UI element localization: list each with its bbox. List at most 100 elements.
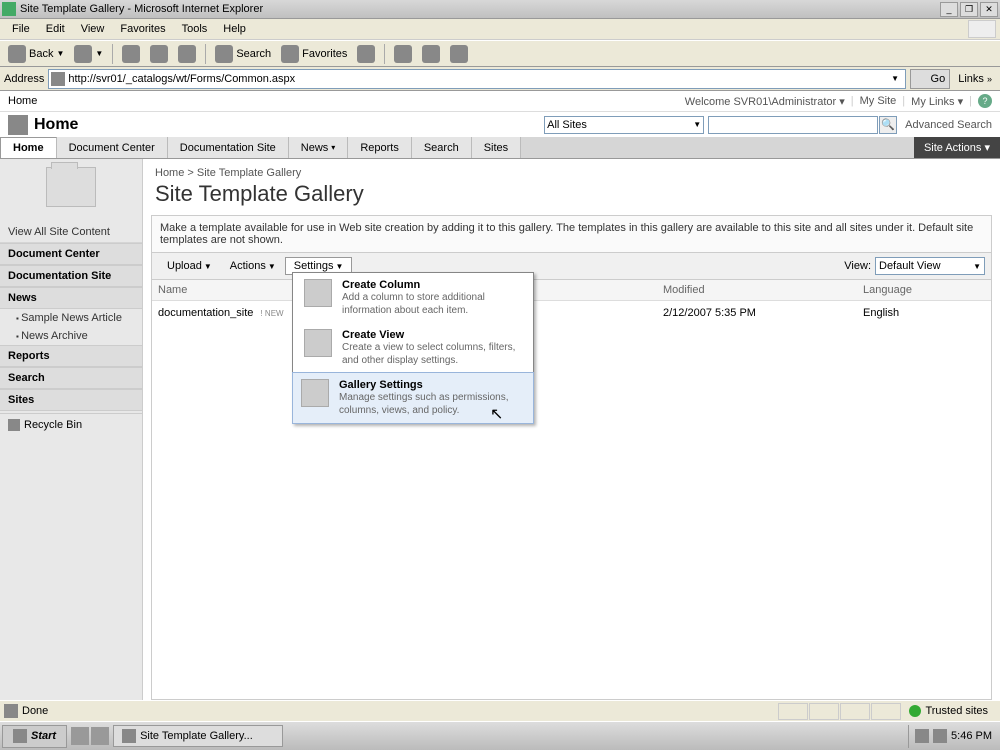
quick-launch bbox=[71, 727, 109, 745]
menu-help[interactable]: Help bbox=[215, 21, 254, 37]
start-button[interactable]: Start bbox=[2, 725, 67, 748]
mail-button[interactable] bbox=[390, 43, 416, 65]
col-header-modified[interactable]: Modified bbox=[657, 280, 857, 300]
tab-documentation-site[interactable]: Documentation Site bbox=[168, 137, 289, 158]
tab-sites[interactable]: Sites bbox=[472, 137, 521, 158]
history-button[interactable] bbox=[353, 43, 379, 65]
ie-status-bar: Done Trusted sites bbox=[0, 700, 1000, 721]
main-content: Home > Site Template Gallery Site Templa… bbox=[143, 159, 1000, 738]
top-nav-tabs: Home Document Center Documentation Site … bbox=[0, 137, 1000, 159]
menu-file[interactable]: File bbox=[4, 21, 38, 37]
content-area: View All Site Content Document Center Do… bbox=[0, 159, 1000, 738]
security-zone[interactable]: Trusted sites bbox=[901, 705, 996, 717]
tab-document-center[interactable]: Document Center bbox=[57, 137, 168, 158]
tab-home[interactable]: Home bbox=[0, 137, 57, 158]
nav-reports[interactable]: Reports bbox=[0, 345, 142, 367]
my-links-link[interactable]: My Links ▾ bbox=[911, 95, 963, 108]
quick-launch-icon[interactable] bbox=[71, 727, 89, 745]
recycle-bin-link[interactable]: Recycle Bin bbox=[0, 413, 142, 436]
url-dropdown-icon[interactable]: ▼ bbox=[888, 74, 903, 83]
taskbar-task[interactable]: Site Template Gallery... bbox=[113, 725, 283, 747]
favorites-button[interactable]: Favorites bbox=[277, 43, 351, 65]
toolbar-separator bbox=[112, 44, 113, 64]
windows-flag-icon bbox=[968, 20, 996, 38]
home-button[interactable] bbox=[174, 43, 200, 65]
ie-icon bbox=[2, 2, 16, 16]
search-input[interactable] bbox=[708, 116, 878, 134]
system-tray: 5:46 PM bbox=[908, 725, 998, 748]
search-go-button[interactable]: 🔍 bbox=[879, 116, 897, 134]
forward-dropdown-icon[interactable]: ▼ bbox=[95, 49, 103, 58]
welcome-user[interactable]: Welcome SVR01\Administrator ▾ bbox=[685, 95, 845, 108]
col-header-language[interactable]: Language bbox=[857, 280, 991, 300]
menu-edit[interactable]: Edit bbox=[38, 21, 73, 37]
back-dropdown-icon[interactable]: ▼ bbox=[56, 49, 64, 58]
sp-top-home-link[interactable]: Home bbox=[8, 95, 685, 107]
minimize-button[interactable]: _ bbox=[940, 2, 958, 17]
menu-view[interactable]: View bbox=[73, 21, 113, 37]
tab-news[interactable]: News bbox=[289, 137, 349, 158]
browser-toolbar: Back ▼ ▼ Search Favorites bbox=[0, 40, 1000, 67]
maximize-button[interactable]: ❐ bbox=[960, 2, 978, 17]
tab-reports[interactable]: Reports bbox=[348, 137, 412, 158]
status-text: Done bbox=[22, 705, 778, 717]
table-row[interactable]: documentation_site ! NEW 2/12/2007 5:35 … bbox=[152, 301, 991, 325]
nav-search[interactable]: Search bbox=[0, 367, 142, 389]
back-button[interactable]: Back ▼ bbox=[4, 43, 68, 65]
sp-top-bar: Home Welcome SVR01\Administrator ▾ | My … bbox=[0, 91, 1000, 112]
stop-button[interactable] bbox=[118, 43, 144, 65]
template-table: Name Modified Language documentation_sit… bbox=[151, 280, 992, 700]
actions-button[interactable]: Actions ▼ bbox=[221, 257, 285, 275]
gallery-settings-icon bbox=[301, 379, 329, 407]
back-icon bbox=[8, 45, 26, 63]
go-button[interactable]: Go bbox=[910, 69, 951, 89]
nav-doc-center[interactable]: Document Center bbox=[0, 243, 142, 265]
tray-icon[interactable] bbox=[933, 729, 947, 743]
close-button[interactable]: ✕ bbox=[980, 2, 998, 17]
search-icon bbox=[215, 45, 233, 63]
quick-launch-icon[interactable] bbox=[91, 727, 109, 745]
view-select[interactable]: Default View▼ bbox=[875, 257, 985, 275]
nav-view-all[interactable]: View All Site Content bbox=[0, 222, 142, 243]
status-pane bbox=[809, 703, 839, 720]
print-button[interactable] bbox=[418, 43, 444, 65]
stop-icon bbox=[122, 45, 140, 63]
upload-button[interactable]: Upload ▼ bbox=[158, 257, 221, 275]
tray-icon[interactable] bbox=[915, 729, 929, 743]
refresh-button[interactable] bbox=[146, 43, 172, 65]
status-pane bbox=[840, 703, 870, 720]
page-description: Make a template available for use in Web… bbox=[151, 215, 992, 253]
site-actions-button[interactable]: Site Actions ▾ bbox=[914, 137, 1000, 158]
site-title: Home bbox=[34, 116, 544, 134]
nav-sample-news[interactable]: Sample News Article bbox=[0, 309, 142, 327]
nav-news-archive[interactable]: News Archive bbox=[0, 327, 142, 345]
menu-create-column[interactable]: Create Column Add a column to store addi… bbox=[293, 273, 533, 323]
view-label: View: bbox=[844, 260, 871, 272]
edit-button[interactable] bbox=[446, 43, 472, 65]
clock[interactable]: 5:46 PM bbox=[951, 730, 992, 742]
links-button[interactable]: Links » bbox=[954, 73, 996, 85]
url-input[interactable]: http://svr01/_catalogs/wt/Forms/Common.a… bbox=[48, 69, 905, 89]
menu-create-view[interactable]: Create View Create a view to select colu… bbox=[293, 323, 533, 373]
gallery-folder-icon bbox=[46, 167, 96, 207]
mail-icon bbox=[394, 45, 412, 63]
go-label: Go bbox=[931, 73, 946, 85]
search-button[interactable]: Search bbox=[211, 43, 275, 65]
menu-tools[interactable]: Tools bbox=[174, 21, 216, 37]
my-site-link[interactable]: My Site bbox=[860, 95, 897, 107]
breadcrumb: Home > Site Template Gallery bbox=[143, 159, 1000, 181]
sp-header: Home All Sites▼ 🔍 Advanced Search bbox=[0, 112, 1000, 137]
help-icon[interactable]: ? bbox=[978, 94, 992, 108]
tab-search[interactable]: Search bbox=[412, 137, 472, 158]
breadcrumb-home[interactable]: Home bbox=[155, 167, 184, 179]
item-name[interactable]: documentation_site bbox=[158, 307, 253, 319]
nav-news[interactable]: News bbox=[0, 287, 142, 309]
advanced-search-link[interactable]: Advanced Search bbox=[905, 119, 992, 131]
forward-button[interactable]: ▼ bbox=[70, 43, 107, 65]
menu-favorites[interactable]: Favorites bbox=[112, 21, 173, 37]
menu-gallery-settings[interactable]: Gallery Settings Manage settings such as… bbox=[292, 372, 534, 424]
nav-doc-site[interactable]: Documentation Site bbox=[0, 265, 142, 287]
new-badge: ! NEW bbox=[258, 309, 285, 318]
nav-sites[interactable]: Sites bbox=[0, 389, 142, 411]
search-scope-select[interactable]: All Sites▼ bbox=[544, 116, 704, 134]
